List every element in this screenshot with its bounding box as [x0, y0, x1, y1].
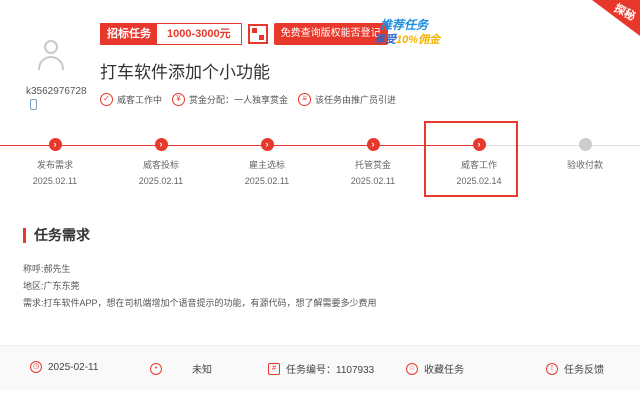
status-reward-text: 赏金分配：一人独享赏金 — [189, 95, 289, 105]
status-reward: ¥ 赏金分配：一人独享赏金 — [172, 93, 288, 106]
requirement-desc: 需求:打车软件APP，想在司机端增加个语音提示的功能，有源代码，想了解需要多少费… — [23, 298, 377, 308]
requirement-region: 地区:广东东莞 — [23, 281, 80, 291]
task-type-label: 招标任务 — [101, 24, 157, 44]
location-pin-icon: • — [150, 362, 162, 375]
task-detail-page: k3562976728 招标任务 1000-3000元 免费查询版权能否登记 推… — [0, 0, 640, 395]
heading-accent-bar — [23, 227, 26, 243]
corner-ribbon[interactable]: 探秘 — [592, 0, 640, 36]
step-label: 雇主选标 — [248, 160, 285, 170]
promo-line2-highlight: 10%佣金 — [396, 34, 441, 46]
step-bid: › 威客投标 2025.02.11 — [116, 138, 206, 186]
step-pending-icon — [578, 138, 592, 151]
task-title: 打车软件添加个小功能 — [100, 63, 270, 82]
collect-task-button[interactable]: ☆ 收藏任务 — [406, 361, 464, 376]
task-status-row: ✓ 威客工作中 ¥ 赏金分配：一人独享赏金 ≡ 该任务由推广员引进 — [100, 93, 406, 106]
user-card — [20, 36, 82, 72]
task-type-tag: 招标任务 1000-3000元 — [100, 23, 242, 45]
requirements-heading: 任务需求 — [23, 225, 90, 245]
step-done-icon: › — [366, 138, 380, 151]
qr-code-icon[interactable] — [247, 24, 268, 44]
promo-line2: 享受10%佣金 — [374, 31, 440, 47]
task-feedback-text: 任务反馈 — [564, 365, 604, 376]
task-progress: › 发布需求 2025.02.11 › 威客投标 2025.02.11 › 雇主… — [0, 132, 640, 192]
hash-icon: # — [268, 362, 280, 375]
footer-task-no: # 任务编号：1107933 — [268, 361, 374, 376]
step-date: 2025.02.11 — [32, 176, 78, 186]
footer-location-text: 未知 — [192, 365, 212, 376]
step-select: › 雇主选标 2025.02.11 — [222, 138, 312, 186]
status-working-text: 威客工作中 — [117, 95, 163, 105]
person-pin-icon: ≡ — [298, 93, 312, 106]
step-done-icon: › — [260, 138, 274, 151]
recommended-task-badge: 推荐任务 享受10%佣金 — [362, 16, 452, 46]
avatar[interactable] — [33, 36, 69, 72]
footer-date-text: 2025-02-11 — [48, 361, 99, 373]
footer-task-no-text: 任务编号：1107933 — [286, 365, 375, 376]
step-label: 托管赏金 — [354, 160, 391, 170]
step-done-icon: › — [48, 138, 62, 151]
collect-task-text: 收藏任务 — [424, 365, 464, 376]
username[interactable]: k3562976728 — [26, 86, 87, 97]
step-label: 发布需求 — [36, 160, 73, 170]
star-icon: ☆ — [406, 362, 418, 375]
phone-verified-icon — [30, 99, 37, 110]
clock-icon: ◷ — [30, 361, 42, 373]
step-publish: › 发布需求 2025.02.11 — [10, 138, 100, 186]
check-circle-icon: ✓ — [100, 93, 113, 106]
task-tags: 招标任务 1000-3000元 免费查询版权能否登记 — [100, 23, 388, 45]
step-date: 2025.02.11 — [138, 176, 184, 186]
avatar-head — [44, 40, 58, 54]
footer-date: ◷ 2025-02-11 — [30, 361, 98, 373]
promo-line2-prefix: 享受 — [374, 34, 396, 46]
footer-location: • 未知 — [150, 361, 212, 376]
shield-alert-icon: ! — [546, 362, 558, 375]
status-promoter-text: 该任务由推广员引进 — [315, 95, 397, 105]
current-step-highlight — [424, 121, 518, 197]
step-acceptance: 验收付款 — [540, 138, 630, 176]
step-done-icon: › — [154, 138, 168, 151]
yen-circle-icon: ¥ — [172, 93, 186, 106]
task-feedback-button[interactable]: ! 任务反馈 — [546, 361, 604, 376]
requirement-name: 称呼:郝先生 — [23, 264, 71, 274]
requirements-title: 任务需求 — [34, 227, 90, 243]
step-label: 验收付款 — [566, 160, 603, 170]
avatar-body — [38, 56, 64, 70]
status-promoter: ≡ 该任务由推广员引进 — [298, 93, 396, 106]
step-escrow: › 托管赏金 2025.02.11 — [328, 138, 418, 186]
status-working: ✓ 威客工作中 — [100, 93, 162, 106]
task-info-bar: ◷ 2025-02-11 • 未知 # 任务编号：1107933 ☆ 收藏任务 … — [0, 345, 640, 390]
step-label: 威客投标 — [142, 160, 179, 170]
task-price: 1000-3000元 — [157, 24, 241, 44]
step-date: 2025.02.11 — [244, 176, 290, 186]
step-date: 2025.02.11 — [350, 176, 396, 186]
